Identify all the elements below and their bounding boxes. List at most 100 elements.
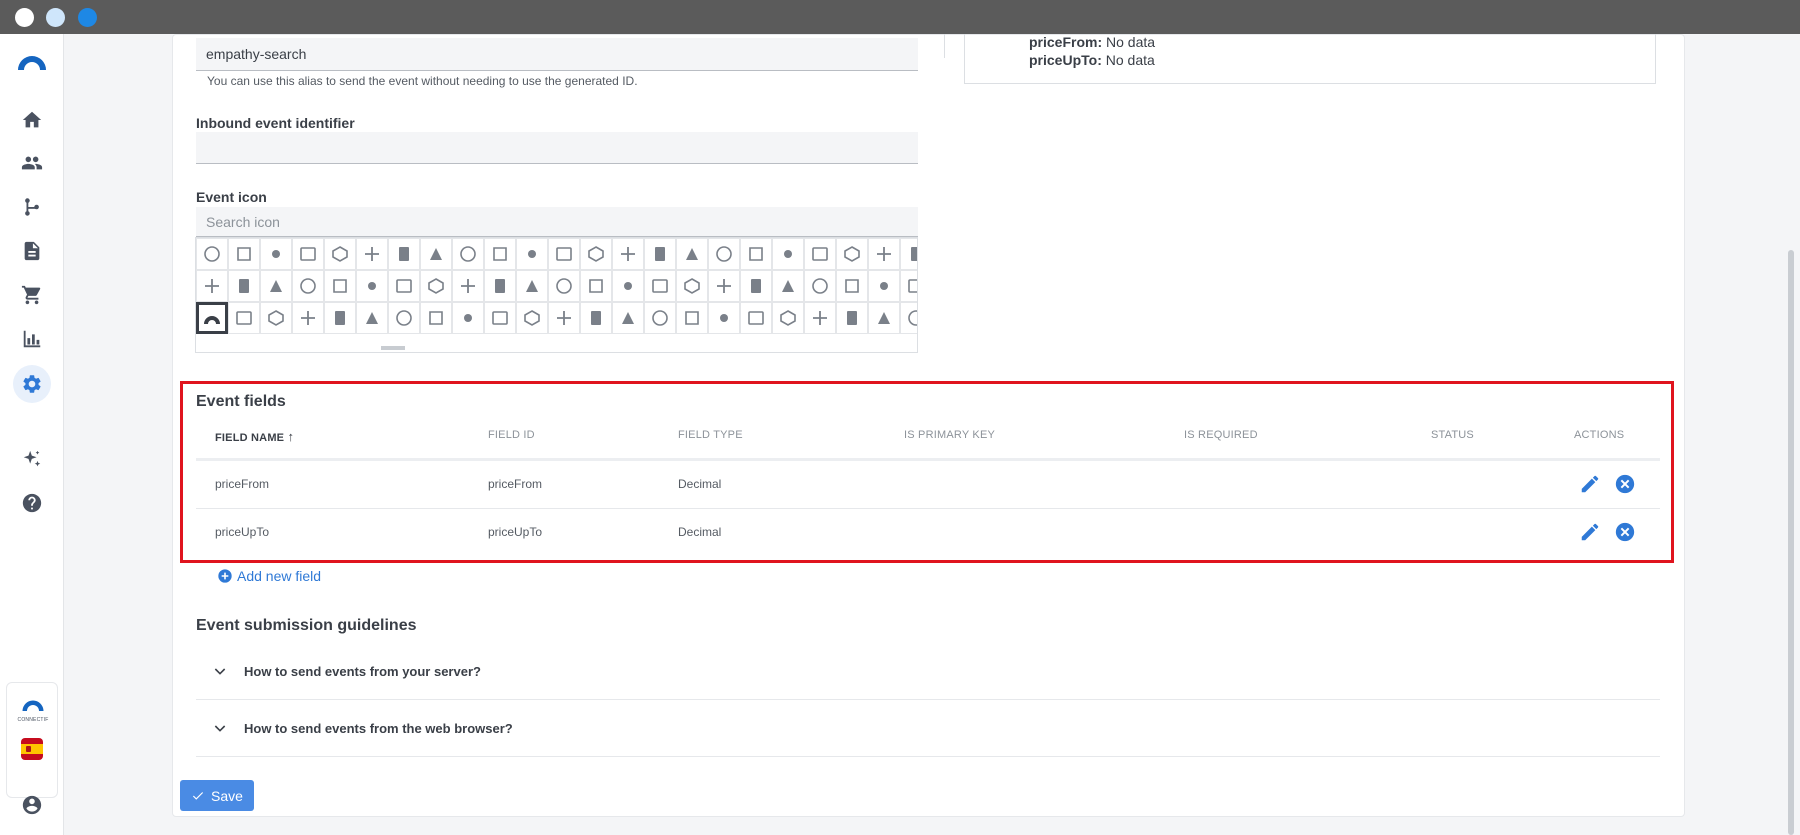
window-maximize-dot[interactable] — [78, 8, 97, 27]
arrow-icon[interactable] — [900, 270, 917, 302]
cube-icon[interactable] — [612, 270, 644, 302]
search-icon-input[interactable]: Search icon — [196, 207, 918, 237]
cube-icon[interactable] — [324, 238, 356, 270]
user-account-icon[interactable] — [18, 791, 46, 819]
copy-icon[interactable] — [804, 270, 836, 302]
compass-icon[interactable] — [740, 270, 772, 302]
clipboard-icon[interactable] — [548, 238, 580, 270]
cube-icon[interactable] — [900, 302, 917, 334]
copy-icon[interactable] — [324, 302, 356, 334]
edit-field-button[interactable] — [1579, 473, 1601, 495]
settings-icon[interactable] — [13, 365, 51, 403]
crosshair-icon[interactable] — [676, 238, 708, 270]
clipboard-icon[interactable] — [612, 302, 644, 334]
copy-icon[interactable] — [516, 238, 548, 270]
compass-icon[interactable] — [260, 302, 292, 334]
compass-icon[interactable] — [452, 238, 484, 270]
compass-icon[interactable] — [516, 302, 548, 334]
cube-icon[interactable] — [644, 302, 676, 334]
arrow-icon[interactable] — [868, 238, 900, 270]
app-logo-icon[interactable] — [16, 48, 48, 76]
add-new-field-link[interactable]: Add new field — [217, 568, 321, 584]
clipboard-icon[interactable] — [324, 270, 356, 302]
column-header-field-id[interactable]: FIELD ID — [488, 429, 535, 441]
target-icon[interactable] — [452, 302, 484, 334]
target-icon[interactable] — [676, 270, 708, 302]
selected-event-icon[interactable] — [196, 302, 228, 334]
copy-icon[interactable] — [548, 270, 580, 302]
compass-icon[interactable] — [772, 302, 804, 334]
terminal-icon[interactable] — [804, 302, 836, 334]
terminal-icon[interactable] — [740, 238, 772, 270]
home-icon[interactable] — [18, 106, 46, 134]
cube-icon[interactable] — [580, 238, 612, 270]
compass-icon[interactable] — [196, 238, 228, 270]
crosshair-icon[interactable] — [196, 270, 228, 302]
clipboard-icon[interactable] — [580, 270, 612, 302]
crosshair-icon[interactable] — [484, 302, 516, 334]
window-close-dot[interactable] — [15, 8, 34, 27]
compass-icon[interactable] — [484, 270, 516, 302]
terminal-icon[interactable] — [772, 270, 804, 302]
clipboard-icon[interactable] — [868, 302, 900, 334]
copy-icon[interactable] — [292, 270, 324, 302]
target-icon[interactable] — [420, 270, 452, 302]
cube-icon[interactable] — [868, 270, 900, 302]
copy-icon[interactable] — [772, 238, 804, 270]
terminal-icon[interactable] — [484, 238, 516, 270]
crosshair-icon[interactable] — [420, 238, 452, 270]
delete-field-button[interactable] — [1614, 521, 1636, 543]
workflow-icon[interactable] — [18, 193, 46, 221]
table-row[interactable]: priceUpTo priceUpTo Decimal — [196, 509, 1660, 557]
copy-icon[interactable] — [836, 302, 868, 334]
clipboard-icon[interactable] — [356, 302, 388, 334]
copy-icon[interactable] — [580, 302, 612, 334]
terminal-icon[interactable] — [228, 238, 260, 270]
inbound-identifier-input[interactable] — [196, 132, 918, 164]
clipboard-icon[interactable] — [836, 270, 868, 302]
column-header-field-name[interactable]: FIELD NAME ↑ — [215, 429, 294, 444]
icon-grid-scrollbar[interactable] — [381, 346, 405, 350]
help-icon[interactable] — [18, 489, 46, 517]
table-row[interactable]: priceFrom priceFrom Decimal — [196, 461, 1660, 509]
compass-icon[interactable] — [228, 270, 260, 302]
arrow-icon[interactable] — [388, 270, 420, 302]
arrow-icon[interactable] — [420, 302, 452, 334]
ai-sparkle-icon[interactable] — [18, 446, 46, 474]
target-icon[interactable] — [388, 238, 420, 270]
account-brand-card[interactable]: CONNECTIF — [6, 682, 58, 798]
terminal-icon[interactable] — [516, 270, 548, 302]
crosshair-icon[interactable] — [740, 302, 772, 334]
arrow-icon[interactable] — [612, 238, 644, 270]
spain-flag-icon[interactable] — [21, 738, 43, 760]
accordion-server-guide[interactable]: How to send events from your server? — [196, 643, 1660, 700]
arrow-icon[interactable] — [676, 302, 708, 334]
crosshair-icon[interactable] — [228, 302, 260, 334]
window-minimize-dot[interactable] — [46, 8, 65, 27]
cube-icon[interactable] — [836, 238, 868, 270]
target-icon[interactable] — [708, 302, 740, 334]
analytics-icon[interactable] — [18, 325, 46, 353]
terminal-icon[interactable] — [548, 302, 580, 334]
clipboard-icon[interactable] — [292, 238, 324, 270]
arrow-icon[interactable] — [356, 238, 388, 270]
crosshair-icon[interactable] — [452, 270, 484, 302]
terminal-icon[interactable] — [260, 270, 292, 302]
alias-input[interactable]: empathy-search — [196, 38, 918, 71]
terminal-icon[interactable] — [292, 302, 324, 334]
crosshair-icon[interactable] — [708, 270, 740, 302]
compass-icon[interactable] — [708, 238, 740, 270]
accordion-browser-guide[interactable]: How to send events from the web browser? — [196, 700, 1660, 757]
column-header-status[interactable]: STATUS — [1431, 429, 1474, 441]
column-header-primary-key[interactable]: IS PRIMARY KEY — [904, 429, 995, 441]
page-scrollbar[interactable] — [1788, 250, 1794, 835]
edit-field-button[interactable] — [1579, 521, 1601, 543]
cube-icon[interactable] — [356, 270, 388, 302]
cart-icon[interactable] — [18, 281, 46, 309]
clipboard-icon[interactable] — [804, 238, 836, 270]
cube-icon[interactable] — [388, 302, 420, 334]
contacts-icon[interactable] — [18, 149, 46, 177]
column-header-required[interactable]: IS REQUIRED — [1184, 429, 1258, 441]
delete-field-button[interactable] — [1614, 473, 1636, 495]
column-header-field-type[interactable]: FIELD TYPE — [678, 429, 743, 441]
